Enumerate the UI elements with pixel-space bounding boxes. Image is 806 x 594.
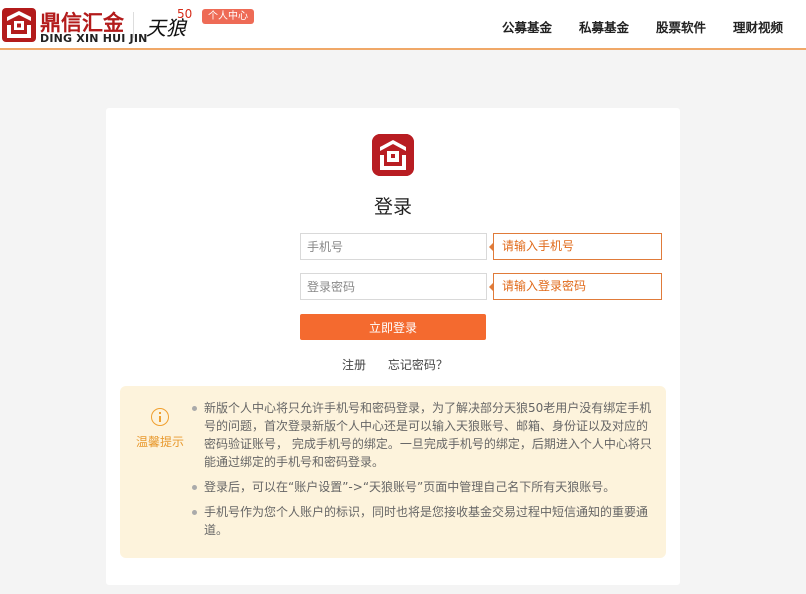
password-input[interactable] (300, 273, 487, 300)
tianlang-logo-number: 50 (177, 7, 193, 21)
notice-list: 新版个人中心将只允许手机号和密码登录，为了解决部分天狼50老用户没有绑定手机号的… (192, 399, 652, 546)
phone-error-tip: 请输入手机号 (489, 233, 662, 260)
notice-box: 温馨提示 新版个人中心将只允许手机号和密码登录，为了解决部分天狼50老用户没有绑… (120, 386, 666, 558)
dingxin-app-icon (372, 134, 414, 176)
nav-private-funds[interactable]: 私募基金 (579, 17, 629, 36)
dingxin-logo-icon (2, 8, 36, 42)
notice-item: 新版个人中心将只允许手机号和密码登录，为了解决部分天狼50老用户没有绑定手机号的… (192, 399, 652, 471)
nav-stock-software[interactable]: 股票软件 (656, 17, 706, 36)
password-error-tip: 请输入登录密码 (489, 273, 662, 300)
logo-english-name: DING XIN HUI JIN (40, 32, 148, 45)
account-links: 注册 忘记密码？ (342, 356, 448, 373)
dingxin-logo[interactable]: 鼎信汇金 DING XIN HUI JIN (2, 6, 147, 45)
forgot-password-link[interactable]: 忘记密码？ (388, 358, 448, 372)
login-card: 登录 请输入手机号 请输入登录密码 立即登录 注册 忘记密码？ 温馨提示 新版个… (106, 108, 680, 585)
phone-input[interactable] (300, 233, 487, 260)
notice-item: 登录后，可以在“账户设置”->“天狼账号”页面中管理自己名下所有天狼账号。 (192, 478, 652, 496)
personal-center-badge: 个人中心 (202, 9, 254, 24)
nav-finance-videos[interactable]: 理财视频 (733, 17, 783, 36)
info-icon (151, 408, 169, 426)
header-divider (133, 12, 134, 38)
register-link[interactable]: 注册 (342, 358, 366, 372)
notice-label: 温馨提示 (136, 435, 185, 449)
nav-public-funds[interactable]: 公募基金 (502, 17, 552, 36)
login-button[interactable]: 立即登录 (300, 314, 486, 340)
main-nav: 公募基金 私募基金 股票软件 理财视频 (502, 17, 806, 36)
login-title: 登录 (373, 196, 412, 218)
top-header: 鼎信汇金 DING XIN HUI JIN 天狼 50 个人中心 公募基金 私募… (0, 0, 806, 50)
notice-item: 手机号作为您个人账户的标识，同时也将是您接收基金交易过程中短信通知的重要通道。 (192, 503, 652, 539)
